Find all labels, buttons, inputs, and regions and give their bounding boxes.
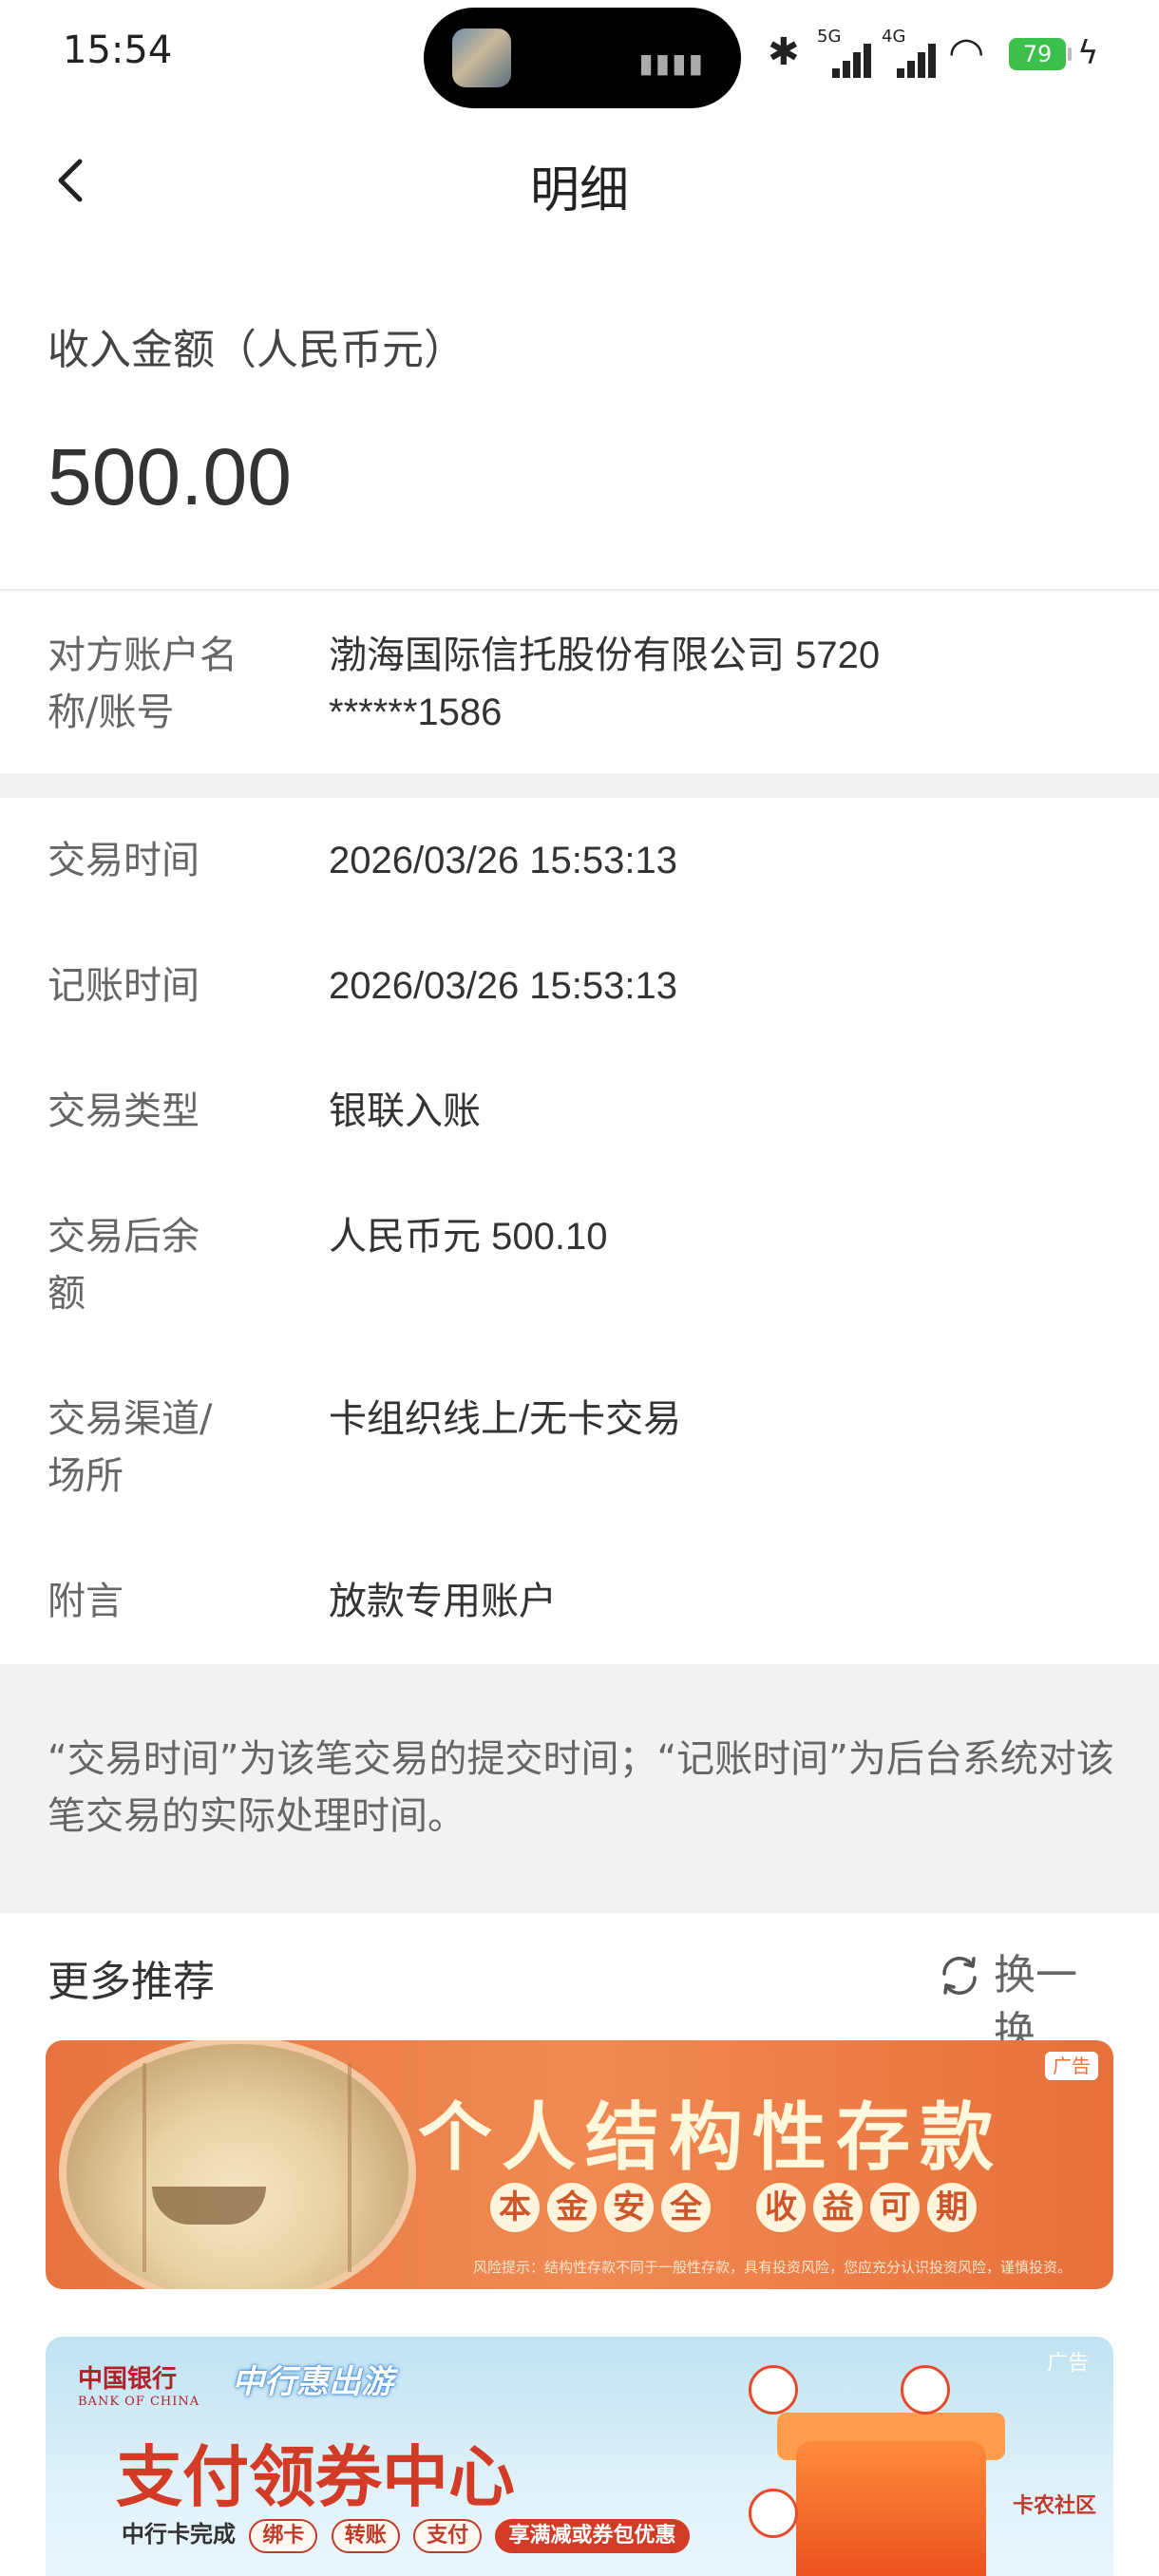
detail-value-trade-type: 银联入账 [329,1090,481,1132]
pill-char: 金 [547,2183,597,2232]
detail-value-balance: 人民币元 500.10 [329,1216,608,1258]
banner-structured-deposit[interactable]: 个人结构性存款 本金安全收益可期 风险提示：结构性存款不同于一般性存款，具有投资… [46,2040,1113,2289]
detail-value-post-time: 2026/03/26 15:53:13 [329,965,678,1007]
detail-value-remark: 放款专用账户 [329,1581,557,1622]
chip-highlight: 享满减或券包优惠 [495,2519,690,2553]
amount-value: 500.00 [48,432,292,521]
coin-icon [749,2489,798,2538]
refresh-button[interactable]: 换一换 [937,1947,1117,2056]
media-thumbnail [452,28,511,87]
chip: 转账 [331,2519,400,2553]
status-bar: 15:54 ▮▮▮▮ ✱ 5G 4G ◠ 79 ϟ [0,0,1159,114]
note-text: “交易时间”为该笔交易的提交时间；“记账时间”为后台系统对该笔交易的实际处理时间… [48,1737,1114,1838]
bluetooth-icon: ✱ [768,30,800,74]
ad-tag: 广告 [1045,2052,1098,2080]
banner-pills: 本金安全收益可期 [490,2183,984,2232]
pill-char: 收 [756,2183,806,2232]
refresh-icon [942,1957,977,1995]
banner-coupon-center[interactable]: 中国银行 BANK OF CHINA 中行惠出游 支付领券中心 中行卡完成 绑卡… [46,2337,1113,2576]
detail-label-post-time: 记账时间 [48,964,200,1008]
bank-logo: 中国银行 BANK OF CHINA [78,2359,200,2409]
page-title: 明细 [529,162,629,219]
detail-value-trade-time: 2026/03/26 15:53:13 [329,840,678,881]
bank-name-en: BANK OF CHINA [78,2395,200,2409]
divider [0,589,1159,591]
status-time: 15:54 [63,28,173,72]
boat-illustration [152,2187,266,2225]
nav-bar: 明细 [0,114,1159,247]
landscape-illustration [59,2040,416,2289]
pill-char: 安 [604,2183,654,2232]
detail-label-trade-time: 交易时间 [48,839,200,882]
pill-char: 可 [870,2183,920,2232]
pill-char: 全 [661,2183,711,2232]
pill-char: 期 [927,2183,977,2232]
gift-box-illustration [796,2441,986,2576]
detail-label-balance: 交易后余额 [48,1215,200,1316]
battery-indicator: 79 [1009,38,1072,70]
charging-bolt-icon: ϟ [1077,34,1099,72]
coin-icon [901,2365,950,2415]
detail-label-channel: 交易渠道/场所 [48,1397,213,1498]
ad-tag: 广告 [1046,2352,1089,2376]
chip: 支付 [413,2519,483,2553]
chip: 绑卡 [249,2519,318,2553]
window-lattice [104,2063,146,2272]
watermark: 卡农社区 [1012,2494,1096,2518]
detail-value-channel: 卡组织线上/无卡交易 [329,1398,682,1440]
banner-subtitle: 中行卡完成 绑卡 转账 支付 享满减或券包优惠 [122,2515,690,2553]
pill-char: 本 [490,2183,540,2232]
bank-name: 中国银行 [78,2365,178,2394]
banner-title: 支付领券中心 [116,2438,515,2516]
coin-icon [749,2365,798,2415]
detail-label-remark: 附言 [48,1580,124,1623]
status-icons: ✱ 5G 4G ◠ 79 ϟ [768,27,1110,80]
banner-title: 个人结构性存款 [418,2094,1004,2181]
amount-label: 收入金额（人民币元） [48,326,466,374]
sub-lead: 中行卡完成 [122,2521,236,2548]
wifi-icon: ◠ [948,28,985,77]
detail-label-trade-type: 交易类型 [48,1089,200,1133]
campaign-brand: 中行惠出游 [232,2363,393,2401]
dynamic-island[interactable]: ▮▮▮▮ [424,8,741,108]
risk-note: 风险提示：结构性存款不同于一般性存款，具有投资风险，您应充分认识投资风险，谨慎投… [473,2259,1073,2276]
window-lattice [348,2063,390,2272]
counterparty-label: 对方账户名称/账号 [48,634,238,734]
section-gap [0,773,1159,798]
counterparty-value: 渤海国际信托股份有限公司 5720 ******1586 [329,635,881,733]
pill-char: 益 [813,2183,863,2232]
audio-wave-icon: ▮▮▮▮ [638,47,705,79]
recommend-title: 更多推荐 [48,1958,215,2006]
